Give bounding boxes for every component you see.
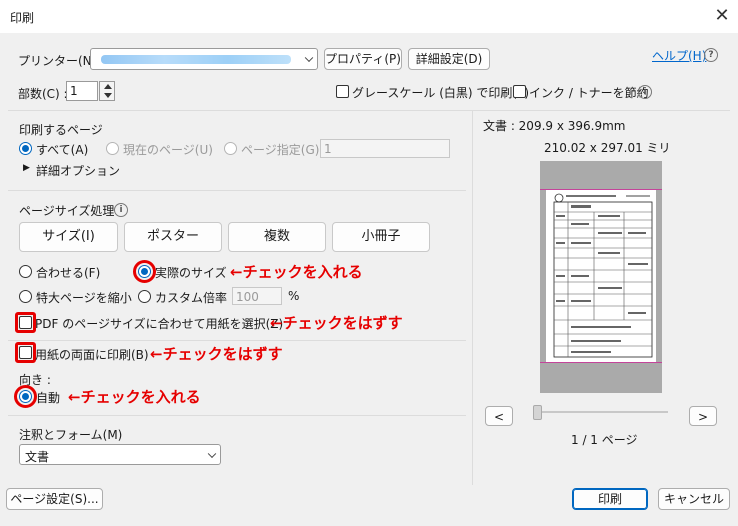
choose-paper-label: PDF のページサイズに合わせて用紙を選択(Z) (35, 317, 284, 331)
cancel-button[interactable]: キャンセル (658, 488, 730, 510)
preview-paper (540, 161, 662, 393)
form-thumbnail-graphic (553, 193, 653, 358)
custom-scale-radio[interactable] (138, 290, 151, 303)
title-bar: 印刷 ✕ (0, 0, 738, 33)
custom-scale-input[interactable]: 100 (232, 287, 282, 305)
prev-page-button[interactable]: < (485, 406, 513, 426)
document-size: 文書 : 209.9 x 396.9mm (483, 119, 626, 133)
copies-label: 部数(C) : (18, 87, 68, 101)
annotation-check-on: ←チェックを入れる (230, 263, 363, 281)
fit-radio[interactable] (19, 265, 32, 278)
grayscale-label: グレースケール (白黒) で印刷(Y) (352, 86, 530, 100)
divider (8, 415, 466, 416)
size-button[interactable]: サイズ(I) (19, 222, 118, 252)
chevron-down-icon (304, 53, 314, 63)
fit-label: 合わせる(F) (36, 266, 101, 280)
page-range-input[interactable]: 1 (320, 139, 450, 158)
expand-icon[interactable]: ▶ (23, 163, 30, 173)
comments-selected-value: 文書 (25, 450, 50, 464)
highlight-box (15, 342, 36, 363)
comments-select[interactable]: 文書 (19, 444, 221, 465)
multiple-button[interactable]: 複数 (228, 222, 326, 252)
current-page-radio[interactable] (106, 142, 119, 155)
chevron-down-icon (207, 449, 217, 458)
duplex-label: 用紙の両面に印刷(B) (35, 348, 149, 362)
window-title: 印刷 (10, 11, 35, 25)
current-page-label: 現在のページ(U) (123, 143, 213, 157)
page-range-radio[interactable] (224, 142, 237, 155)
help-link[interactable]: ヘルプ(H) (652, 47, 706, 64)
copies-input[interactable]: 1 (66, 81, 98, 101)
custom-scale-label: カスタム倍率 : (155, 291, 235, 305)
divider (8, 340, 466, 341)
copies-stepper[interactable] (99, 81, 115, 101)
printer-select[interactable] (90, 48, 318, 70)
page-setup-button[interactable]: ページ設定(S)... (6, 488, 103, 510)
advanced-button[interactable]: 詳細設定(D) (408, 48, 490, 70)
shrink-radio[interactable] (19, 290, 32, 303)
comments-heading: 注釈とフォーム(M) (19, 428, 123, 442)
more-options-label[interactable]: 詳細オプション (36, 162, 120, 179)
poster-button[interactable]: ポスター (124, 222, 222, 252)
page-slider-thumb[interactable] (533, 405, 542, 420)
annotation-check-on: ←チェックを入れる (68, 388, 201, 406)
save-ink-label: インク / トナーを節約 (529, 86, 649, 100)
margin-line (540, 362, 662, 363)
info-icon[interactable]: i (638, 85, 652, 99)
actual-size-label: 実際のサイズ (155, 266, 227, 280)
booklet-button[interactable]: 小冊子 (332, 222, 430, 252)
shrink-label: 特大ページを縮小 (36, 291, 132, 305)
highlight-box (15, 312, 36, 333)
paper-size: 210.02 x 297.01 ミリ (544, 141, 671, 155)
close-icon[interactable]: ✕ (710, 4, 734, 28)
divider (8, 190, 466, 191)
info-icon[interactable]: i (114, 203, 128, 217)
next-page-button[interactable]: > (689, 406, 717, 426)
pages-heading: 印刷するページ (19, 123, 103, 137)
annotation-check-off: ←チェックをはずす (150, 345, 283, 363)
print-button[interactable]: 印刷 (572, 488, 648, 510)
auto-orientation-label: 自動 (36, 391, 61, 405)
properties-button[interactable]: プロパティ(P) (324, 48, 402, 70)
annotation-check-off: ←チェックをはずす (270, 314, 403, 332)
percent-label: % (288, 289, 300, 303)
page-indicator: 1 / 1 ページ (571, 433, 638, 447)
all-pages-label: すべて(A) (36, 143, 89, 157)
all-pages-radio[interactable] (19, 142, 32, 155)
highlight-ring (133, 260, 156, 283)
page-thumbnail (546, 190, 656, 362)
page-sizing-heading: ページサイズ処理 (19, 204, 115, 218)
highlight-ring (14, 385, 37, 408)
grayscale-checkbox[interactable] (336, 85, 349, 98)
page-range-label: ページ指定(G) (241, 143, 320, 157)
printer-name-redacted (101, 55, 291, 64)
save-ink-checkbox[interactable] (513, 85, 526, 98)
page-slider-track[interactable] (536, 411, 668, 413)
help-icon[interactable]: ? (704, 48, 718, 62)
